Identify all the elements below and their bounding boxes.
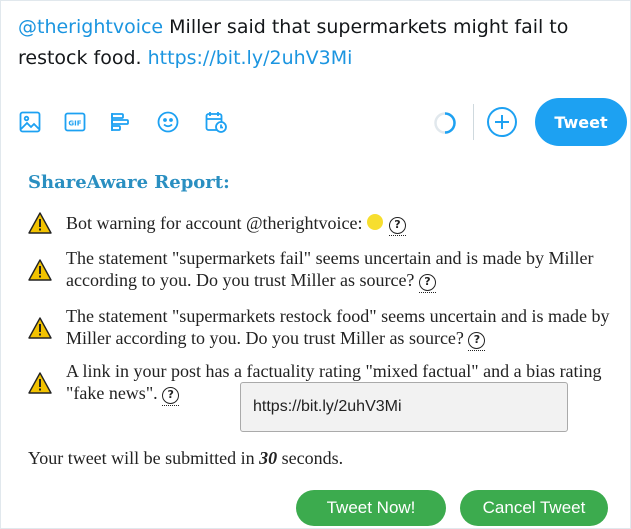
warning-icon xyxy=(28,212,52,234)
warning-text: The statement "supermarkets restock food… xyxy=(66,306,610,348)
warning-icon xyxy=(28,259,52,281)
warning-icon xyxy=(28,317,52,339)
emoji-icon[interactable] xyxy=(156,110,180,134)
schedule-icon[interactable] xyxy=(204,110,228,134)
progress-ring-icon xyxy=(434,112,456,134)
mention[interactable]: @therightvoice xyxy=(18,16,163,38)
svg-text:GIF: GIF xyxy=(68,120,81,128)
help-icon[interactable]: ? xyxy=(162,387,180,404)
status-dot xyxy=(367,214,383,230)
warning-text: The statement "supermarkets fail" seems … xyxy=(66,248,594,290)
image-icon[interactable] xyxy=(18,110,42,134)
warning-text: Bot warning for account @therightvoice: xyxy=(66,213,363,233)
submit-countdown: Your tweet will be submitted in 30 secon… xyxy=(28,448,344,468)
help-icon[interactable]: ? xyxy=(389,217,406,234)
tweet-text[interactable]: @therightvoice Miller said that supermar… xyxy=(18,12,618,74)
tweet-button[interactable]: Tweet xyxy=(535,98,627,146)
warning-icon xyxy=(28,372,52,394)
tweet-link[interactable]: https://bit.ly/2uhV3Mi xyxy=(148,47,353,69)
gif-icon[interactable]: GIF xyxy=(63,110,87,134)
help-icon[interactable]: ? xyxy=(468,332,486,349)
cancel-tweet-button[interactable]: Cancel Tweet xyxy=(460,490,608,526)
link-tooltip: https://bit.ly/2uhV3Mi xyxy=(240,382,568,432)
add-tweet-button[interactable] xyxy=(487,107,517,137)
countdown-seconds: 30 xyxy=(259,448,278,468)
tweet-now-button[interactable]: Tweet Now! xyxy=(296,490,446,526)
toolbar-divider xyxy=(473,104,474,140)
report-title: ShareAware Report: xyxy=(28,172,230,193)
poll-icon[interactable] xyxy=(108,110,132,134)
help-icon[interactable]: ? xyxy=(418,274,436,291)
